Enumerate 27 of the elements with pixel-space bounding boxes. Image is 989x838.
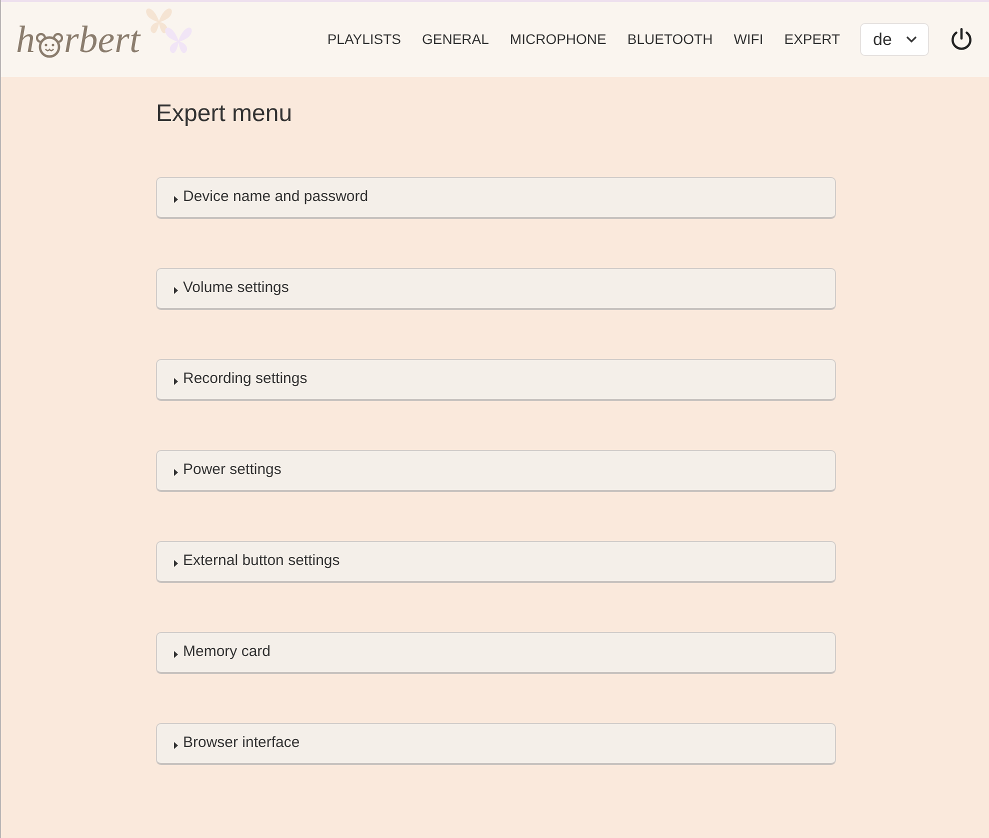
nav-link[interactable]: EXPERT [784, 29, 840, 50]
nav-link[interactable]: BLUETOOTH [627, 29, 713, 50]
logo-text: h [16, 20, 35, 58]
caret-icon [174, 742, 178, 748]
caret-icon [174, 468, 178, 476]
accordion-header[interactable]: Memory card [156, 632, 836, 674]
language-select[interactable]: de [860, 23, 929, 56]
accordion-header[interactable]: Volume settings [156, 268, 836, 310]
page-title: Expert menu [156, 99, 292, 129]
nav-link[interactable]: MICROPHONE [510, 29, 606, 50]
nav-link[interactable]: PLAYLISTS [327, 29, 401, 50]
nav-link[interactable]: GENERAL [422, 29, 489, 50]
chevron-down-icon [906, 36, 917, 43]
bear-face-icon [36, 32, 63, 58]
caret-icon [174, 196, 178, 202]
accordion-header[interactable]: Device name and password [156, 177, 836, 219]
caret-icon [174, 286, 178, 294]
accordion-header[interactable]: Recording settings [156, 359, 836, 401]
caret-icon [174, 378, 178, 384]
nav-link[interactable]: WIFI [734, 29, 764, 50]
logo-text: rbert [64, 20, 140, 58]
accordion-header[interactable]: External button settings [156, 541, 836, 583]
accordion-header[interactable]: Browser interface [156, 723, 836, 765]
power-icon[interactable] [949, 27, 974, 52]
accordion-header[interactable]: Power settings [156, 450, 836, 492]
caret-icon [174, 650, 178, 658]
caret-icon [174, 560, 178, 566]
